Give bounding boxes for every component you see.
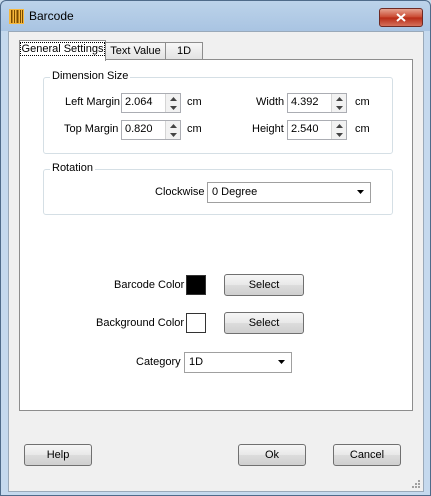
spin-up-icon[interactable]	[166, 121, 180, 130]
general-settings-panel: Dimension Size Left Margin 2.064 cm Top …	[19, 59, 413, 411]
barcode-dialog: Barcode General Settings Text Value 1D D…	[0, 0, 431, 496]
background-color-select-button[interactable]: Select	[224, 312, 304, 334]
tab-text-value[interactable]: Text Value	[105, 42, 166, 60]
category-label: Category	[136, 356, 181, 368]
tab-label: General Settings	[19, 42, 106, 56]
dimension-size-group: Dimension Size Left Margin 2.064 cm Top …	[43, 70, 393, 154]
height-spinner[interactable]: 2.540	[287, 120, 347, 140]
rotation-title: Rotation	[50, 162, 95, 174]
left-margin-label: Left Margin	[65, 96, 121, 108]
barcode-color-label: Barcode Color	[114, 279, 185, 291]
close-icon	[396, 13, 406, 22]
barcode-color-swatch	[186, 275, 206, 295]
barcode-color-select-button[interactable]: Select	[224, 274, 304, 296]
spin-down-icon[interactable]	[332, 103, 346, 112]
background-color-swatch	[186, 313, 206, 333]
height-unit: cm	[355, 123, 370, 135]
ok-button[interactable]: Ok	[238, 444, 306, 466]
tab-1d[interactable]: 1D	[165, 42, 203, 60]
spin-up-icon[interactable]	[332, 121, 346, 130]
spin-down-icon[interactable]	[166, 130, 180, 139]
tab-general-settings[interactable]: General Settings	[19, 40, 106, 61]
spin-up-icon[interactable]	[332, 94, 346, 103]
spin-down-icon[interactable]	[166, 103, 180, 112]
left-margin-unit: cm	[187, 96, 202, 108]
category-value: 1D	[189, 356, 204, 368]
top-margin-spinner[interactable]: 0.820	[121, 120, 181, 140]
height-value: 2.540	[291, 123, 319, 135]
barcode-icon	[9, 9, 24, 24]
height-label: Height	[252, 123, 284, 135]
width-unit: cm	[355, 96, 370, 108]
category-dropdown[interactable]: 1D	[184, 352, 292, 373]
width-label: Width	[256, 96, 285, 108]
width-spinner[interactable]: 4.392	[287, 93, 347, 113]
clockwise-label: Clockwise	[155, 186, 205, 198]
spin-down-icon[interactable]	[332, 130, 346, 139]
tab-label: Text Value	[110, 45, 161, 57]
title-bar[interactable]: Barcode	[1, 1, 430, 31]
top-margin-value: 0.820	[125, 123, 153, 135]
chevron-down-icon	[278, 360, 285, 364]
dialog-client-area: General Settings Text Value 1D Dimension…	[8, 31, 424, 492]
window-title: Barcode	[29, 9, 74, 23]
chevron-down-icon	[357, 190, 364, 194]
background-color-label: Background Color	[96, 317, 185, 329]
width-value: 4.392	[291, 96, 319, 108]
left-margin-value: 2.064	[125, 96, 153, 108]
dimension-size-title: Dimension Size	[50, 70, 131, 82]
clockwise-dropdown[interactable]: 0 Degree	[207, 182, 371, 203]
spin-up-icon[interactable]	[166, 94, 180, 103]
close-button[interactable]	[379, 8, 423, 27]
top-margin-label: Top Margin	[64, 123, 119, 135]
top-margin-unit: cm	[187, 123, 202, 135]
clockwise-value: 0 Degree	[212, 186, 258, 198]
tab-label: 1D	[176, 45, 192, 57]
left-margin-spinner[interactable]: 2.064	[121, 93, 181, 113]
resize-grip-icon[interactable]	[411, 479, 421, 489]
cancel-button[interactable]: Cancel	[333, 444, 401, 466]
help-button[interactable]: Help	[24, 444, 92, 466]
rotation-group: Rotation Clockwise 0 Degree	[43, 162, 393, 215]
